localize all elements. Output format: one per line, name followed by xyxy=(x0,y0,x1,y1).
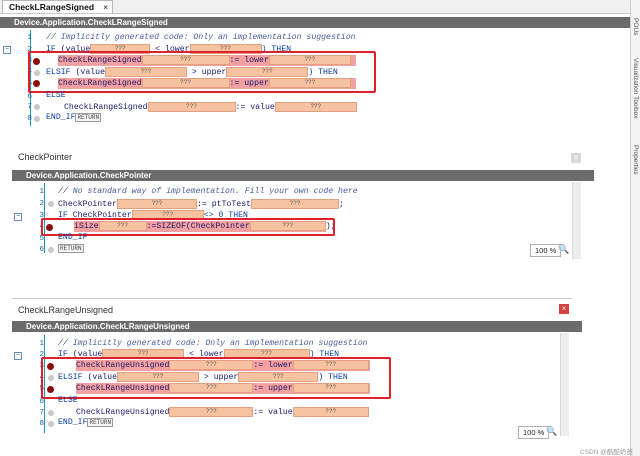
zoom-level-field[interactable]: 100 % xyxy=(530,244,562,257)
fold-toggle-icon[interactable]: − xyxy=(3,46,11,54)
panel3-header: Device.Application.CheckLRangeUnsigned xyxy=(12,321,582,332)
watermark: CSDN @酷酷奶爸 xyxy=(580,449,633,456)
panel3-title: CheckLRangeUnsigned xyxy=(18,305,114,315)
code-line: RETURN xyxy=(58,244,84,253)
breakpoint-icon[interactable] xyxy=(48,410,54,416)
code-line: END_IF RETURN xyxy=(46,113,102,122)
dock-item-properties[interactable]: Properties xyxy=(632,145,639,175)
line-number: 6 xyxy=(39,246,44,254)
code-line: END_IF xyxy=(58,233,88,242)
close-icon[interactable]: × xyxy=(571,153,581,163)
panel2-title: CheckPointer xyxy=(18,152,73,162)
annotation-box xyxy=(41,357,391,399)
close-icon[interactable]: × xyxy=(103,1,108,13)
zoom-level-field[interactable]: 100 % xyxy=(518,426,550,439)
line-number: 5 xyxy=(39,235,44,243)
panel2-header: Device.Application.CheckPointer xyxy=(12,170,594,181)
breakpoint-icon[interactable] xyxy=(34,104,40,110)
zoom-magnifier-icon[interactable]: 🔍 xyxy=(558,244,569,255)
code-line: CheckPointer???:= ptToTest???; xyxy=(58,199,344,210)
line-number: 7 xyxy=(39,409,44,417)
code-line: CheckLRangeSigned???:= value??? xyxy=(64,102,357,113)
code-comment: // Implicitly generated code: Only an im… xyxy=(58,339,368,348)
line-number: 8 xyxy=(27,115,32,123)
breakpoint-icon[interactable] xyxy=(48,247,54,253)
line-number: 1 xyxy=(39,188,44,196)
fold-toggle-icon[interactable]: − xyxy=(14,213,22,221)
line-number: 1 xyxy=(39,340,44,348)
code-line: ELSE xyxy=(58,396,78,405)
annotation-box xyxy=(28,51,376,93)
line-number: 7 xyxy=(27,103,32,111)
code-line: CheckLRangeUnsigned???:= value??? xyxy=(76,407,369,418)
close-icon[interactable]: × xyxy=(559,304,569,314)
vertical-scrollbar[interactable] xyxy=(560,333,569,436)
breakpoint-icon[interactable] xyxy=(48,421,54,427)
dock-item-visualization-toolbox[interactable]: Visualization Toolbox xyxy=(632,58,639,118)
right-dock-bar: POUs Visualization Toolbox Properties xyxy=(630,0,640,456)
breakpoint-icon[interactable] xyxy=(48,201,54,207)
fold-toggle-icon[interactable]: − xyxy=(14,352,22,360)
code-comment: // Implicitly generated code: Only an im… xyxy=(46,33,356,42)
tab-checklrangesigned[interactable]: CheckLRangeSigned × xyxy=(2,0,114,13)
line-number: 2 xyxy=(39,200,44,208)
zoom-magnifier-icon[interactable]: 🔍 xyxy=(546,426,557,437)
breakpoint-icon[interactable] xyxy=(34,116,40,122)
tab-label: CheckLRangeSigned xyxy=(9,2,95,12)
line-number: 6 xyxy=(27,93,32,101)
panel1-header: Device.Application.CheckLRangeSigned xyxy=(0,17,630,28)
line-number: 8 xyxy=(39,420,44,428)
dock-item-pous[interactable]: POUs xyxy=(632,18,639,35)
code-line: ELSE xyxy=(46,91,66,100)
code-comment: // No standard way of implementation. Fi… xyxy=(58,187,358,196)
line-number: 1 xyxy=(27,34,32,42)
line-number: 6 xyxy=(39,398,44,406)
vertical-scrollbar[interactable] xyxy=(572,182,581,259)
divider xyxy=(12,298,572,299)
editor-tab-bar: CheckLRangeSigned × xyxy=(0,0,640,14)
code-line: END_IF RETURN xyxy=(58,418,114,427)
